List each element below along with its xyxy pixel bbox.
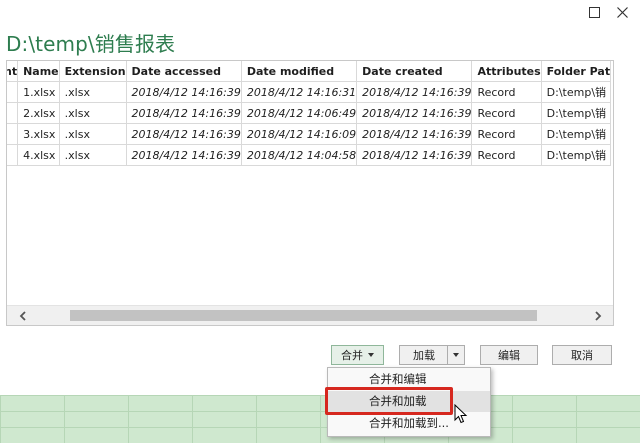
file-preview-table: nt Name Extension Date accessed Date mod… (6, 60, 614, 326)
combine-button-label: 合并 (341, 349, 363, 362)
load-button[interactable]: 加载 (399, 345, 448, 365)
table-cell: Record (471, 102, 542, 124)
table-cell: 2018/4/12 14:16:39 (125, 123, 242, 145)
maximize-button[interactable] (583, 2, 605, 22)
table-cell: 2018/4/12 14:16:39 (356, 102, 473, 124)
horizontal-scrollbar[interactable] (7, 305, 613, 325)
table-cell: 3.xlsx (17, 123, 60, 145)
column-header[interactable]: Date modified (240, 61, 358, 82)
edit-button[interactable]: 编辑 (480, 345, 538, 365)
column-header[interactable]: nt (7, 61, 19, 82)
chevron-left-icon (19, 310, 26, 321)
column-header[interactable]: Date created (356, 61, 473, 82)
table-grid: nt Name Extension Date accessed Date mod… (7, 61, 613, 305)
table-row: 2.xlsx .xlsx 2018/4/12 14:16:39 2018/4/1… (7, 102, 612, 124)
highlight-annotation (325, 387, 453, 415)
chevron-right-icon (594, 310, 601, 321)
table-cell: 2018/4/12 14:16:39 (125, 81, 242, 103)
table-cell: 2018/4/12 14:16:31 (240, 81, 358, 103)
table-cell: 2018/4/12 14:16:39 (125, 144, 242, 166)
table-header-row: nt Name Extension Date accessed Date mod… (7, 61, 612, 82)
table-cell: D:\temp\销 (540, 123, 612, 145)
table-cell: 4.xlsx (17, 144, 60, 166)
table-cell (7, 102, 19, 124)
table-cell: D:\temp\销 (540, 81, 612, 103)
scroll-right-button[interactable] (588, 306, 607, 325)
data-table: nt Name Extension Date accessed Date mod… (7, 61, 612, 166)
table-cell: Record (471, 81, 542, 103)
scroll-left-button[interactable] (13, 306, 32, 325)
table-cell: .xlsx (58, 123, 127, 145)
table-cell (7, 144, 19, 166)
caret-down-icon (453, 353, 459, 357)
table-row: 3.xlsx .xlsx 2018/4/12 14:16:39 2018/4/1… (7, 123, 612, 145)
table-cell: Record (471, 144, 542, 166)
table-cell: 2018/4/12 14:16:39 (356, 81, 473, 103)
column-header[interactable]: Name (17, 61, 60, 82)
combine-dropdown-button[interactable]: 合并 (331, 345, 384, 365)
cancel-button-label: 取消 (571, 349, 593, 362)
table-row: 1.xlsx .xlsx 2018/4/12 14:16:39 2018/4/1… (7, 81, 612, 103)
table-cell: D:\temp\销 (540, 144, 612, 166)
column-header[interactable]: Attributes (471, 61, 542, 82)
scrollbar-thumb[interactable] (70, 310, 537, 321)
table-cell: 2018/4/12 14:16:39 (356, 123, 473, 145)
table-cell: .xlsx (58, 102, 127, 124)
table-cell: 1.xlsx (17, 81, 60, 103)
page-title: D:\temp\销售报表 (6, 32, 176, 56)
edit-button-label: 编辑 (498, 349, 520, 362)
column-header[interactable]: Extension (58, 61, 127, 82)
load-dropdown-toggle[interactable] (447, 345, 465, 365)
table-cell: 2018/4/12 14:16:39 (125, 102, 242, 124)
column-header[interactable]: Folder Pat (540, 61, 612, 82)
column-header[interactable]: Date accessed (125, 61, 242, 82)
table-cell (7, 81, 19, 103)
worksheet-background (0, 395, 640, 443)
table-cell: 2018/4/12 14:16:39 (356, 144, 473, 166)
load-button-label: 加载 (413, 349, 435, 362)
table-cell: D:\temp\销 (540, 102, 612, 124)
table-cell: 2018/4/12 14:06:49 (240, 102, 358, 124)
cancel-button[interactable]: 取消 (552, 345, 612, 365)
table-row: 4.xlsx .xlsx 2018/4/12 14:16:39 2018/4/1… (7, 144, 612, 166)
table-cell: .xlsx (58, 144, 127, 166)
table-cell: 2018/4/12 14:16:09 (240, 123, 358, 145)
table-cell: 2.xlsx (17, 102, 60, 124)
mouse-pointer-icon (454, 403, 468, 429)
table-cell: Record (471, 123, 542, 145)
close-icon (616, 6, 628, 18)
close-button[interactable] (611, 2, 633, 22)
table-cell: 2018/4/12 14:04:58 (240, 144, 358, 166)
caret-down-icon (368, 353, 374, 357)
table-cell: .xlsx (58, 81, 127, 103)
table-cell (7, 123, 19, 145)
maximize-icon (588, 6, 600, 18)
